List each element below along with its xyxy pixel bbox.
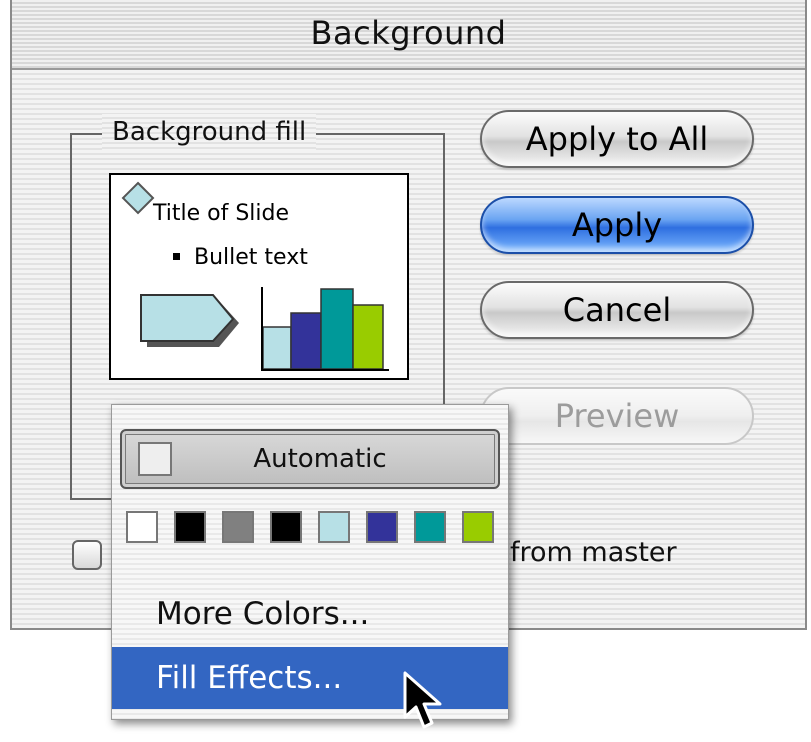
color-swatch[interactable] — [222, 511, 254, 543]
fill-color-popup-menu: Automatic More Colors... Fill Effects... — [111, 404, 509, 720]
apply-button[interactable]: Apply — [480, 196, 754, 254]
bullet-dot-icon — [173, 253, 180, 260]
omit-master-graphics-checkbox[interactable] — [72, 540, 102, 570]
color-swatch[interactable] — [318, 511, 350, 543]
title-bar[interactable]: Background — [12, 0, 805, 70]
bullet-label: Bullet text — [194, 245, 308, 270]
apply-to-all-button[interactable]: Apply to All — [480, 110, 754, 168]
slide-title-text: Title of Slide — [153, 201, 290, 226]
bar-chart-icon — [261, 287, 389, 371]
automatic-label: Automatic — [253, 444, 387, 474]
more-colors-menu-item[interactable]: More Colors... — [112, 583, 508, 645]
color-swatch[interactable] — [366, 511, 398, 543]
arrow-shape-icon — [140, 294, 239, 347]
color-swatch[interactable] — [270, 511, 302, 543]
color-swatch[interactable] — [462, 511, 494, 543]
automatic-color-button[interactable]: Automatic — [120, 429, 500, 489]
fill-effects-menu-item[interactable]: Fill Effects... — [112, 647, 508, 709]
dialog-title: Background — [310, 14, 507, 52]
mouse-pointer-icon — [403, 671, 442, 729]
diamond-shape-icon — [121, 181, 155, 215]
preview-button[interactable]: Preview — [480, 387, 754, 445]
slide-bullet-text: Bullet text — [173, 245, 308, 270]
color-swatch[interactable] — [414, 511, 446, 543]
color-swatch[interactable] — [126, 511, 158, 543]
slide-preview: Title of Slide Bullet text — [109, 173, 409, 380]
checkbox-label: from master — [510, 537, 677, 568]
color-swatch[interactable] — [174, 511, 206, 543]
group-label: Background fill — [102, 114, 317, 150]
cancel-button[interactable]: Cancel — [480, 281, 754, 339]
screen: Background Background fill Title of Slid… — [0, 0, 811, 742]
